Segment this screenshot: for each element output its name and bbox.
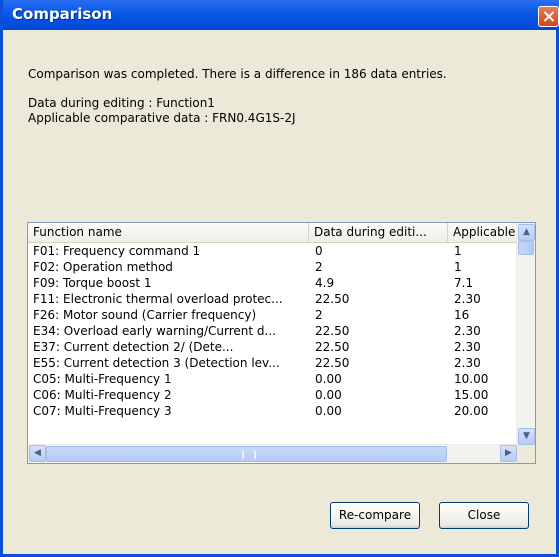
table-row[interactable]: C07: Multi-Frequency 3 0.00 20.00 (28, 403, 518, 419)
table-row[interactable]: E55: Current detection 3 (Detection lev.… (28, 355, 518, 371)
editing-data-cell: 22.50 (315, 356, 350, 370)
function-name-cell: E34: Overload early warning/Current d... (33, 324, 276, 338)
function-name-cell: E55: Current detection 3 (Detection lev.… (33, 356, 280, 370)
editing-data-cell: 0 (315, 244, 323, 258)
scrollbar-corner (517, 445, 535, 463)
summary-text: Comparison was completed. There is a dif… (28, 67, 447, 81)
list-rows: F01: Frequency command 1 0 1 F02: Operation… (28, 243, 518, 419)
recompare-button[interactable]: Re-compare (330, 502, 420, 529)
close-button[interactable]: Close (439, 502, 529, 529)
applicable-data-cell: 16 (454, 308, 470, 322)
horizontal-scrollbar[interactable]: ◀ ▶ (28, 444, 518, 463)
table-row[interactable]: E37: Current detection 2/ (Dete... 22.50 2… (28, 339, 518, 355)
function-name-cell: F09: Torque boost 1 (33, 276, 152, 290)
function-name-cell: F11: Electronic thermal overload protec.… (33, 292, 283, 306)
function-name-cell: F01: Frequency command 1 (33, 244, 201, 258)
editing-data-text: Data during editing : Function1 (28, 96, 215, 110)
title-bar[interactable]: Comparison (3, 0, 559, 30)
function-name-cell: C07: Multi-Frequency 3 (33, 404, 172, 418)
table-row[interactable]: E34: Overload early warning/Current d...… (28, 323, 518, 339)
table-row[interactable]: F01: Frequency command 1 0 1 (28, 243, 518, 259)
editing-data-cell: 0.00 (315, 388, 342, 402)
scroll-left-icon[interactable]: ◀ (29, 445, 46, 462)
scroll-up-icon[interactable]: ▲ (518, 224, 535, 241)
editing-data-cell: 0.00 (315, 372, 342, 386)
scroll-down-icon[interactable]: ▼ (518, 428, 535, 445)
function-name-cell: F26: Motor sound (Carrier frequency) (33, 308, 257, 322)
applicable-data-cell: 7.1 (454, 276, 474, 290)
table-row[interactable]: F11: Electronic thermal overload protec.… (28, 291, 518, 307)
applicable-data-cell: 2.30 (454, 340, 481, 354)
applicable-data-cell: 1 (454, 244, 462, 258)
editing-data-cell: 22.50 (315, 340, 350, 354)
function-name-cell: C05: Multi-Frequency 1 (33, 372, 172, 386)
editing-data-cell: 4.9 (315, 276, 335, 290)
editing-data-cell: 22.50 (315, 324, 350, 338)
column-header-function-name[interactable]: Function name (28, 223, 309, 242)
table-row[interactable]: C05: Multi-Frequency 1 0.00 10.00 (28, 371, 518, 387)
list-header: Function name Data during editi... Appli… (28, 223, 528, 243)
editing-data-cell: 22.50 (315, 292, 350, 306)
function-name-cell: F02: Operation method (33, 260, 173, 274)
applicable-data-cell: 1 (454, 260, 462, 274)
applicable-data-cell: 20.00 (454, 404, 489, 418)
table-row[interactable]: F09: Torque boost 1 4.9 7.1 (28, 275, 518, 291)
editing-data-cell: 2 (315, 260, 323, 274)
applicable-data-cell: 10.00 (454, 372, 489, 386)
table-row[interactable]: F26: Motor sound (Carrier frequency) 2 16 (28, 307, 518, 323)
comparative-data-text: Applicable comparative data : FRN0.4G1S-… (28, 111, 296, 125)
comparison-list[interactable]: Function name Data during editi... Appli… (27, 222, 536, 464)
horizontal-scroll-thumb[interactable] (46, 446, 447, 462)
applicable-data-cell: 2.30 (454, 356, 481, 370)
applicable-data-cell: 2.30 (454, 292, 481, 306)
scroll-right-icon[interactable]: ▶ (500, 445, 517, 462)
column-header-data-during-editing[interactable]: Data during editi... (309, 223, 448, 242)
comparison-dialog: Comparison Comparison was completed. The… (0, 0, 559, 557)
applicable-data-cell: 15.00 (454, 388, 489, 402)
table-row[interactable]: C06: Multi-Frequency 2 0.00 15.00 (28, 387, 518, 403)
editing-data-cell: 2 (315, 308, 323, 322)
close-icon[interactable] (538, 6, 559, 27)
editing-data-cell: 0.00 (315, 404, 342, 418)
function-name-cell: C06: Multi-Frequency 2 (33, 388, 172, 402)
vertical-scroll-thumb[interactable] (518, 241, 534, 255)
applicable-data-cell: 2.30 (454, 324, 481, 338)
vertical-scrollbar[interactable]: ▲ ▼ (516, 223, 535, 446)
table-row[interactable]: F02: Operation method 2 1 (28, 259, 518, 275)
function-name-cell: E37: Current detection 2/ (Dete... (33, 340, 234, 354)
window-title: Comparison (12, 5, 113, 23)
